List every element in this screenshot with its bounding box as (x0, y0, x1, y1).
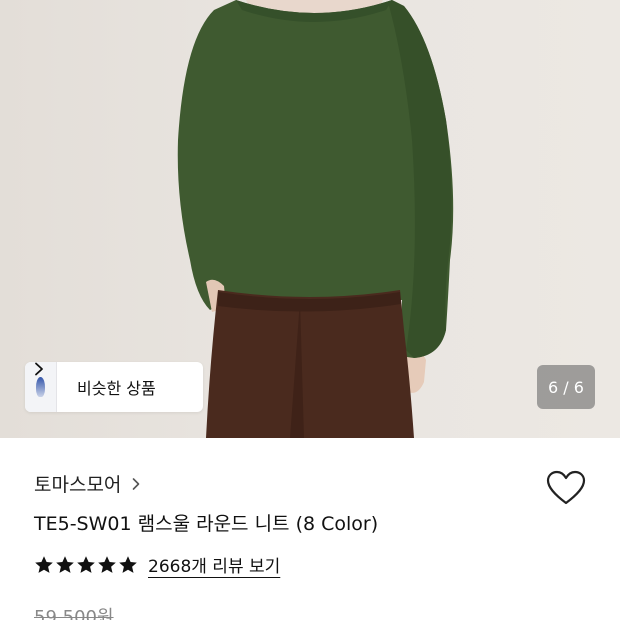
star-icon (119, 555, 137, 573)
reviews-link[interactable]: 2668개 리뷰 보기 (148, 552, 280, 577)
similar-products-button[interactable]: 비슷한 상품 (25, 362, 203, 412)
rating-stars (34, 555, 138, 575)
brand-link[interactable]: 토마스모어 (34, 470, 141, 497)
chevron-right-icon (35, 362, 43, 376)
rating-row: 2668개 리뷰 보기 (34, 552, 280, 577)
original-price: 59,500원 (34, 607, 114, 620)
star-icon (98, 555, 116, 573)
similar-products-label: 비슷한 상품 (77, 379, 156, 398)
image-counter: 6 / 6 (537, 365, 595, 409)
brand-name: 토마스모어 (34, 474, 122, 496)
star-icon (35, 555, 53, 573)
product-image[interactable]: 비슷한 상품 6 / 6 (0, 0, 620, 438)
chevron-right-icon (133, 477, 140, 490)
product-title: TE5-SW01 램스울 라운드 니트 (8 Color) (34, 513, 379, 535)
star-icon (56, 555, 74, 573)
heart-icon[interactable] (546, 470, 586, 506)
star-icon (77, 555, 95, 573)
